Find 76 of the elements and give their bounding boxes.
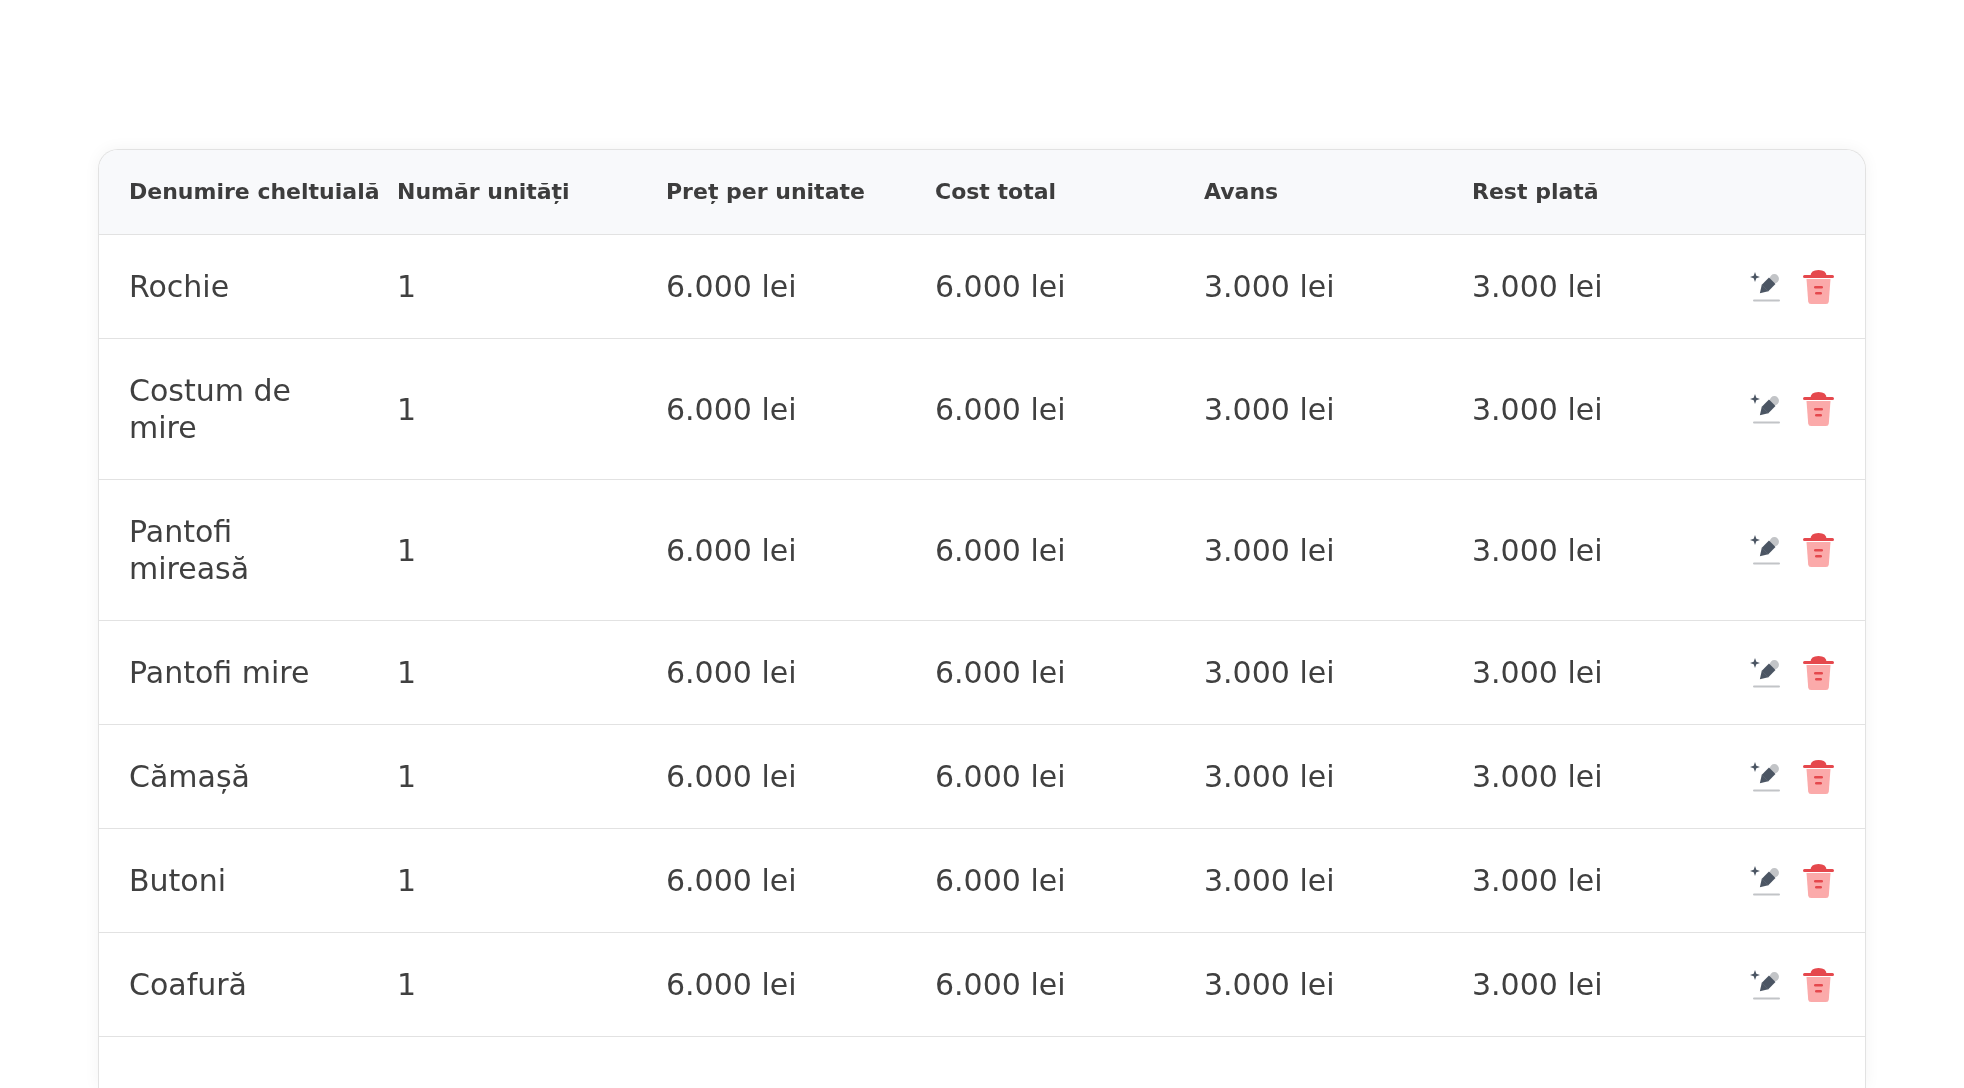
trash-icon [1802,966,1835,1003]
table-cell: 3.000 lei [1472,862,1603,899]
column-header: Rest plată [1472,178,1599,206]
delete-button[interactable] [1802,532,1835,568]
table-cell: 3.000 lei [1204,758,1335,795]
trash-icon [1802,862,1835,899]
delete-button[interactable] [1802,654,1835,691]
table-cell: 1 [397,531,417,569]
table-cell: 6.000 lei [935,268,1066,305]
sparkle-pencil-icon [1749,270,1782,303]
sparkle-pencil-icon [1749,760,1782,793]
table-cell: 3.000 lei [1204,531,1335,569]
table-cell: 3.000 lei [1204,390,1335,428]
edit-button[interactable] [1749,393,1782,425]
edit-button[interactable] [1749,656,1782,689]
sparkle-pencil-icon [1749,534,1782,566]
edit-button[interactable] [1749,864,1782,897]
table-cell: Coafură [129,966,247,1003]
edit-button[interactable] [1749,534,1782,566]
delete-button[interactable] [1802,758,1835,795]
delete-button[interactable] [1802,862,1835,899]
sparkle-pencil-icon [1749,968,1782,1001]
table-cell: 6.000 lei [666,862,797,899]
table-cell: 1 [397,268,417,305]
sparkle-pencil-icon [1749,393,1782,425]
table-cell: Pantofi mire [129,654,310,691]
table-cell: 6.000 lei [666,758,797,795]
trash-icon [1802,391,1835,427]
table-cell: Cămașă [129,758,250,795]
table-cell: 3.000 lei [1204,862,1335,899]
sparkle-pencil-icon [1749,864,1782,897]
column-header: Cost total [935,178,1057,206]
edit-button[interactable] [1749,968,1782,1001]
column-header: Număr unități [397,178,570,206]
table-cell: 6.000 lei [935,966,1066,1003]
trash-icon [1802,758,1835,795]
table-cell: 6.000 lei [666,268,797,305]
table-cell: 6.000 lei [935,654,1066,691]
table-cell: 6.000 lei [666,390,797,428]
delete-button[interactable] [1802,391,1835,427]
table-cell: 1 [397,966,417,1003]
table-cell: 3.000 lei [1472,531,1603,569]
table-cell: 1 [397,390,417,428]
table-cell: 3.000 lei [1204,654,1335,691]
column-header: Avans [1204,178,1279,206]
trash-icon [1802,268,1835,305]
table-cell: Butoni [129,862,227,899]
table-cell: 3.000 lei [1472,966,1603,1003]
table-cell: 6.000 lei [666,654,797,691]
table-cell: 3.000 lei [1472,390,1603,428]
trash-icon [1802,532,1835,568]
table-cell: 1 [397,758,417,795]
table-cell: 6.000 lei [935,758,1066,795]
table-cell: 6.000 lei [666,531,797,569]
delete-button[interactable] [1802,966,1835,1003]
edit-button[interactable] [1749,270,1782,303]
column-header: Denumire cheltuială [129,178,380,206]
trash-icon [1802,654,1835,691]
table-cell: 3.000 lei [1204,966,1335,1003]
table-cell-text: Costum de mire [129,372,292,446]
table-cell: 3.000 lei [1204,268,1335,305]
table-cell: 6.000 lei [935,390,1066,428]
table-cell: 6.000 lei [935,862,1066,899]
sparkle-pencil-icon [1749,656,1782,689]
table-cell: 6.000 lei [666,966,797,1003]
table-cell: 3.000 lei [1472,268,1603,305]
table-cell: 1 [397,654,417,691]
delete-button[interactable] [1802,268,1835,305]
table-cell: 1 [397,862,417,899]
table-cell: 3.000 lei [1472,758,1603,795]
table-cell: Rochie [129,268,230,305]
edit-button[interactable] [1749,760,1782,793]
column-header: Preț per unitate [666,178,865,206]
table-cell: 3.000 lei [1472,654,1603,691]
table-cell-text: Pantofi mireasă [129,513,251,587]
table-cell: 6.000 lei [935,531,1066,569]
